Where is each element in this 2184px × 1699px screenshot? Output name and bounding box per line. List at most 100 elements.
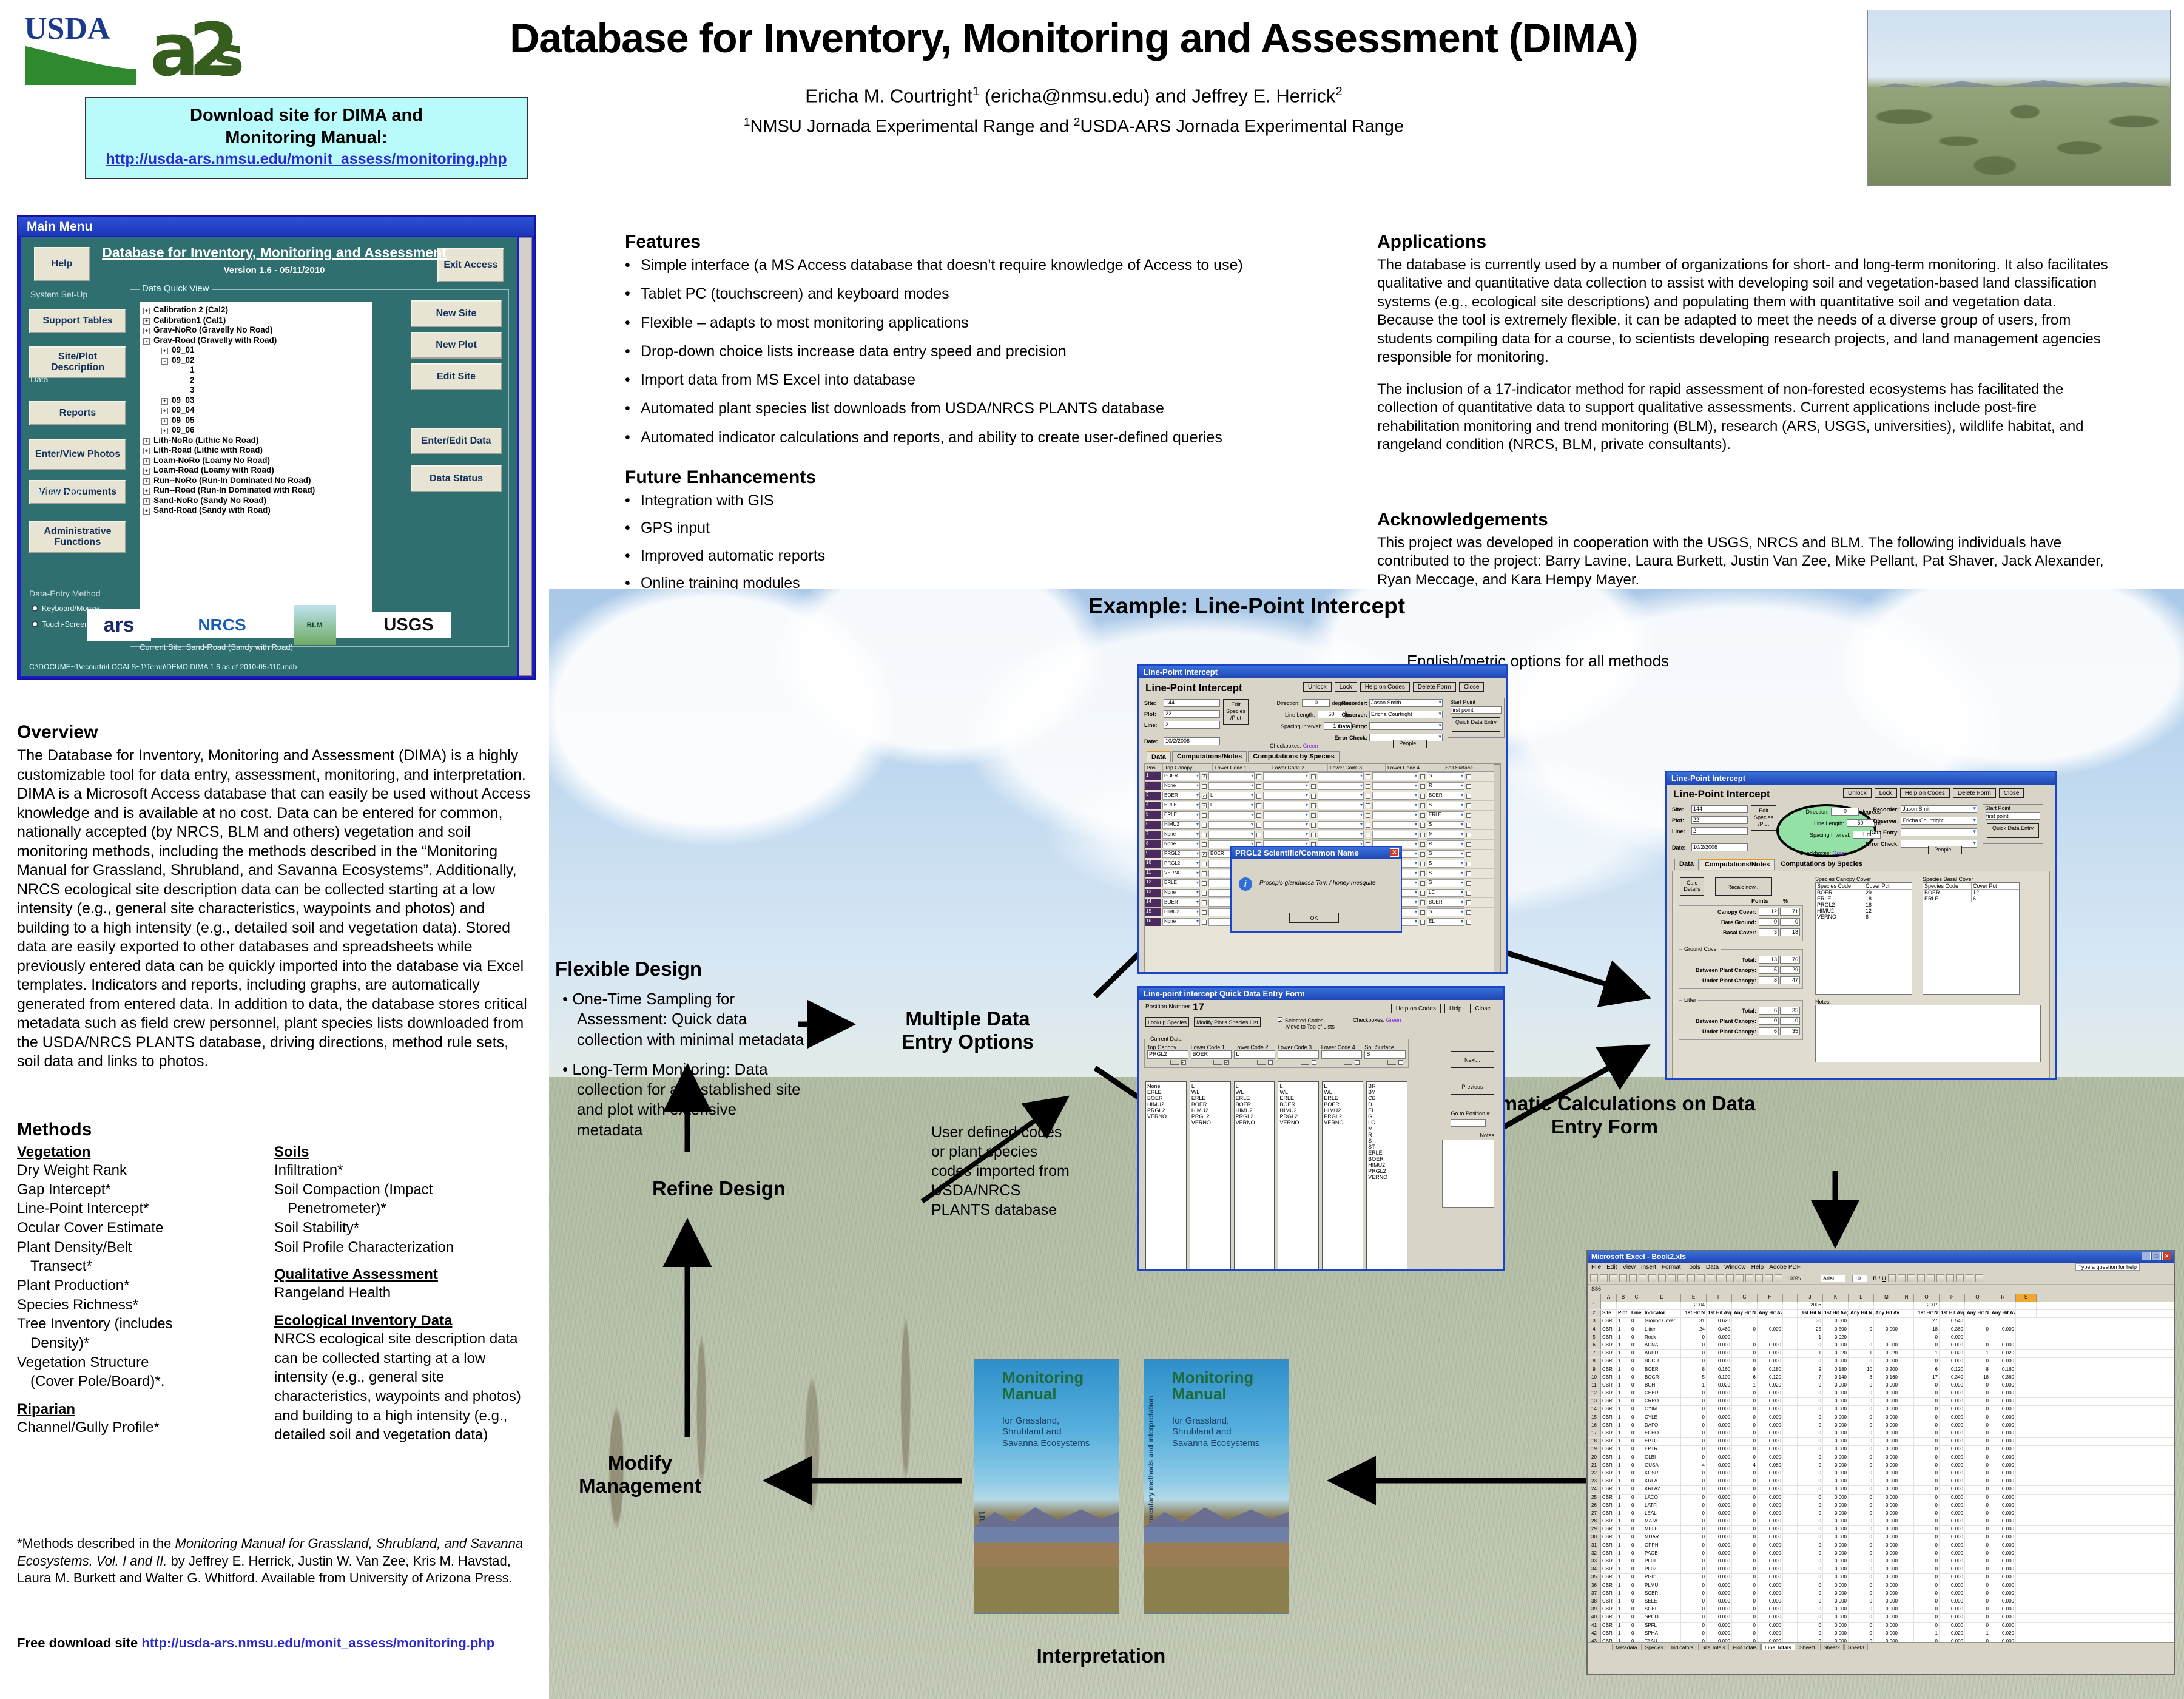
excel-row-37-cell-8[interactable] <box>1783 1590 1798 1598</box>
notes-textarea[interactable] <box>1815 1005 2041 1062</box>
qde-list-item-5-15[interactable]: VERNO <box>1368 1174 1407 1180</box>
excel-row-37-cell-12[interactable]: 0.000 <box>1874 1590 1899 1598</box>
lpi-checkbox-lc2-4[interactable] <box>1311 813 1316 818</box>
excel-row-13-cell-10[interactable]: 0.000 <box>1823 1398 1849 1405</box>
excel-row-4-cell-16[interactable]: 0 <box>1965 1326 1990 1334</box>
qde-list-item-1-4[interactable]: HIMU2 <box>1191 1107 1230 1113</box>
tree-node-0[interactable]: +Calibration 2 (Cal2) <box>143 305 372 316</box>
excel-row-29-cell-5[interactable]: 0.000 <box>1707 1526 1732 1533</box>
lpi-cell-top-9[interactable]: PRGL2 <box>1162 860 1200 868</box>
excel-row-3[interactable]: 3CBR10Ground Cover310.620300.600270.540 <box>1588 1318 2174 1326</box>
excel-row-15-cell-12[interactable]: 0.000 <box>1874 1414 1899 1422</box>
excel-row-year-cell-0[interactable] <box>1601 1302 1617 1309</box>
excel-row-36-cell-17[interactable]: 0.000 <box>1990 1582 2016 1590</box>
excel-row-34-cell-7[interactable]: 0.000 <box>1758 1566 1783 1573</box>
excel-row-36-cell-10[interactable]: 0.000 <box>1823 1582 1849 1590</box>
excel-row-13-cell-16[interactable]: 0 <box>1965 1398 1990 1405</box>
excel-row-16-cell-17[interactable]: 0.000 <box>1990 1422 2016 1430</box>
excel-row-14-cell-5[interactable]: 0.000 <box>1707 1406 1732 1413</box>
excel-row-23-cell-11[interactable]: 0 <box>1849 1478 1874 1485</box>
excel-row-21-cell-16[interactable]: 0 <box>1965 1462 1990 1470</box>
lpi-checkbox-lc4-4[interactable] <box>1420 813 1425 818</box>
excel-row-header[interactable]: 2SitePlotLineIndicator1st Hit N1st Hit A… <box>1588 1310 2174 1318</box>
excel-row-8-cell-7[interactable]: 0.000 <box>1758 1358 1783 1365</box>
excel-row-38-cell-5[interactable]: 0.000 <box>1707 1598 1732 1606</box>
excel-row-25-cell-3[interactable]: LACO <box>1643 1495 1681 1502</box>
excel-row-37-cell-17[interactable]: 0.000 <box>1990 1590 2016 1598</box>
excel-row-21-cell-12[interactable]: 0.000 <box>1874 1462 1899 1470</box>
excel-row-year-cell-10[interactable] <box>1823 1302 1849 1309</box>
excel-row-20-cell-8[interactable] <box>1783 1454 1798 1462</box>
lpi-cell-lc3-4[interactable] <box>1318 811 1364 819</box>
excel-row-13-cell-14[interactable]: 0 <box>1914 1398 1940 1405</box>
excel-row-6-cell-3[interactable]: ACNA <box>1643 1342 1681 1349</box>
lpi-cell-soil-6[interactable]: M <box>1427 831 1464 839</box>
excel-row-23-cell-14[interactable]: 0 <box>1914 1478 1940 1485</box>
lpi-checkbox-soil-2[interactable] <box>1466 794 1471 799</box>
excel-row-16-cell-3[interactable]: DAFO <box>1643 1422 1681 1430</box>
excel-row-18-cell-7[interactable]: 0.000 <box>1758 1438 1783 1445</box>
excel-row-26-cell-13[interactable] <box>1899 1502 1914 1510</box>
excel-row-40-cell-9[interactable]: 0 <box>1798 1614 1823 1621</box>
excel-row-29-cell-4[interactable]: 0 <box>1681 1526 1707 1533</box>
excel-row-43-cell-6[interactable]: 0 <box>1732 1638 1758 1642</box>
lpi-checkbox-lc4-0[interactable] <box>1420 774 1425 779</box>
excel-row-12-header[interactable]: 12 <box>1588 1390 1601 1397</box>
lpi-cell-lc1-6[interactable] <box>1208 831 1255 839</box>
excel-row-25-cell-6[interactable]: 0 <box>1732 1495 1758 1502</box>
excel-row-33-cell-0[interactable]: CBR <box>1601 1558 1617 1566</box>
excel-row-34-cell-12[interactable]: 0.000 <box>1874 1566 1899 1573</box>
excel-row-header-cell-6[interactable]: Any Hit N <box>1732 1310 1758 1317</box>
excel-row-28-cell-6[interactable]: 0 <box>1732 1518 1758 1525</box>
excel-row-26[interactable]: 26CBR10LATR00.00000.00000.00000.00000.00… <box>1588 1502 2174 1510</box>
excel-row-11-cell-1[interactable]: 1 <box>1617 1382 1630 1390</box>
excel-row-41-cell-10[interactable]: 0.000 <box>1823 1623 1849 1630</box>
percent-ic[interactable] <box>1936 1274 1944 1282</box>
popup-ok-button[interactable]: OK <box>1289 913 1339 923</box>
excel-row-15-cell-10[interactable]: 0.000 <box>1823 1414 1849 1422</box>
lpi-field-value-0[interactable]: 144 <box>1164 699 1220 707</box>
excel-row-14-cell-7[interactable]: 0.000 <box>1758 1406 1783 1413</box>
excel-row-11-cell-9[interactable]: 0 <box>1798 1382 1823 1390</box>
excel-row-20-cell-4[interactable]: 0 <box>1681 1454 1707 1462</box>
excel-row-30-cell-0[interactable]: CBR <box>1601 1534 1617 1541</box>
excel-row-7-cell-6[interactable]: 0 <box>1732 1350 1758 1357</box>
excel-row-27-cell-8[interactable] <box>1783 1510 1798 1518</box>
main-menu-left-button-2[interactable]: Reports <box>29 401 126 425</box>
excel-row-37[interactable]: 37CBR10SCBR00.00000.00000.00000.00000.00… <box>1588 1590 2174 1598</box>
main-menu-left-button-0[interactable]: Support Tables <box>29 309 126 333</box>
excel-row-27-cell-14[interactable]: 0 <box>1914 1510 1940 1518</box>
excel-row-35-cell-16[interactable]: 0 <box>1965 1574 1990 1581</box>
lpi-checkbox-soil-4[interactable] <box>1466 813 1471 818</box>
lpi-right-chevron-0[interactable]: ▾ <box>1438 699 1441 706</box>
excel-row-3-cell-5[interactable]: 0.620 <box>1707 1318 1732 1325</box>
excel-row-21-cell-5[interactable]: 0.000 <box>1707 1462 1732 1470</box>
excel-row-32-header[interactable]: 32 <box>1588 1550 1601 1558</box>
excel-row-41[interactable]: 41CBR10SPFL00.00000.00000.00000.00000.00… <box>1588 1623 2174 1630</box>
qde-list-item-3-0[interactable]: L <box>1279 1083 1318 1089</box>
excel-col-header-N[interactable]: N <box>1899 1294 1914 1302</box>
excel-row-16-cell-6[interactable]: 0 <box>1732 1422 1758 1430</box>
tree-expander-13[interactable]: + <box>143 438 150 445</box>
excel-row-23-cell-7[interactable]: 0.000 <box>1758 1478 1783 1485</box>
excel-row-19-cell-6[interactable]: 0 <box>1732 1446 1758 1453</box>
excel-row-31-cell-12[interactable]: 0.000 <box>1874 1542 1899 1550</box>
qde-list-item-5-11[interactable]: ERLE <box>1368 1150 1407 1156</box>
excel-row-17-cell-3[interactable]: ECHO <box>1643 1430 1681 1437</box>
excel-row-4-cell-2[interactable]: 0 <box>1630 1326 1643 1334</box>
excel-row-22-cell-17[interactable]: 0.000 <box>1990 1470 2016 1478</box>
excel-row-14-cell-0[interactable]: CBR <box>1601 1406 1617 1413</box>
excel-row-27-cell-17[interactable]: 0.000 <box>1990 1510 2016 1518</box>
excel-row-29-cell-11[interactable]: 0 <box>1849 1526 1874 1533</box>
excel-menubar[interactable]: FileEditViewInsertFormatToolsDataWindowH… <box>1588 1263 2174 1272</box>
excel-row-14-header[interactable]: 14 <box>1588 1406 1601 1413</box>
excel-row-20-cell-1[interactable]: 1 <box>1617 1454 1630 1462</box>
excel-row-33-cell-7[interactable]: 0.000 <box>1758 1558 1783 1566</box>
excel-row-21-cell-10[interactable]: 0.000 <box>1823 1462 1849 1470</box>
lpi-cell-soil-3[interactable]: S <box>1427 802 1464 809</box>
qde-list-item-5-10[interactable]: ST <box>1368 1144 1407 1150</box>
excel-row-40-cell-3[interactable]: SPCO <box>1643 1614 1681 1621</box>
lpi-checkbox-lc2-5[interactable] <box>1311 823 1316 828</box>
excel-row-38-cell-1[interactable]: 1 <box>1617 1598 1630 1606</box>
excel-row-11-cell-15[interactable]: 0.000 <box>1940 1382 1965 1390</box>
